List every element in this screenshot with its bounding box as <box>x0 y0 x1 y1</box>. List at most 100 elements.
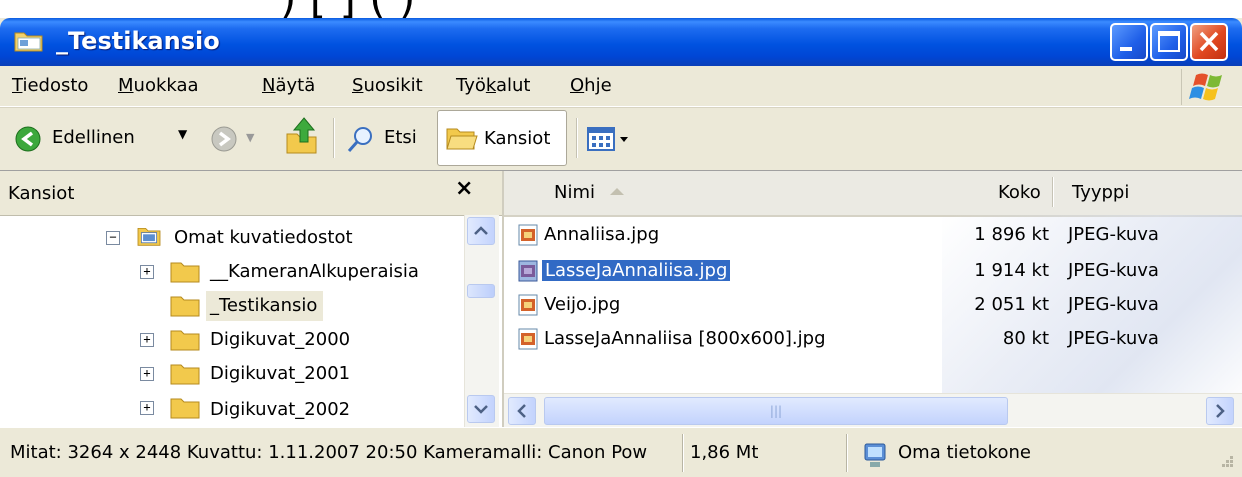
tree-item-testikansio[interactable]: _Testikansio <box>0 291 460 323</box>
status-separator <box>846 434 848 472</box>
scroll-left-button[interactable] <box>508 397 536 425</box>
file-name: Veijo.jpg <box>544 294 621 315</box>
maximize-button[interactable] <box>1150 23 1188 61</box>
file-list-header: Nimi Koko Tyyppi <box>504 171 1242 217</box>
scroll-up-button[interactable] <box>467 217 495 245</box>
folder-icon <box>170 364 200 385</box>
tree-item-digikuvat-2001[interactable]: + Digikuvat_2001 <box>0 359 460 391</box>
status-separator <box>682 434 684 472</box>
file-size: 1 896 kt <box>974 224 1049 245</box>
tree-item-label: Digikuvat_2002 <box>210 399 351 420</box>
jpeg-file-icon <box>518 260 538 282</box>
menu-muokkaa[interactable]: Muokkaa <box>118 75 199 96</box>
scroll-down-button[interactable] <box>467 395 495 423</box>
file-type: JPEG-kuva <box>1068 260 1159 281</box>
tree-item-kameran-alkuperaisia[interactable]: + __KameranAlkuperaisia <box>0 257 460 289</box>
folder-icon <box>170 262 200 283</box>
forward-button[interactable]: ▼ <box>206 118 266 160</box>
tree-item-digikuvat-2002[interactable]: + Digikuvat_2002 <box>0 393 460 427</box>
expand-icon[interactable]: + <box>140 265 154 279</box>
resize-grip-icon[interactable] <box>1216 452 1236 472</box>
back-dropdown-chevron-icon[interactable]: ▼ <box>178 127 187 141</box>
tree-item-label: Digikuvat_2000 <box>210 329 351 350</box>
tree-item-label: __KameranAlkuperaisia <box>210 261 419 282</box>
my-computer-icon <box>864 443 886 467</box>
title-bar[interactable]: _Testikansio <box>0 18 1242 66</box>
close-pane-icon[interactable]: × <box>455 176 473 201</box>
menu-nayta[interactable]: Näytä <box>262 75 315 96</box>
menu-tyokalut[interactable]: Työkalut <box>456 75 530 96</box>
status-details: Mitat: 3264 x 2448 Kuvattu: 1.11.2007 20… <box>10 442 648 463</box>
folders-label: Kansiot <box>484 128 551 149</box>
toolbar-separator <box>333 118 335 158</box>
file-type: JPEG-kuva <box>1068 224 1159 245</box>
scroll-right-button[interactable] <box>1206 397 1234 425</box>
explorer-window: _Testikansio Tiedosto Muokkaa Näytä Suos… <box>0 18 1242 477</box>
close-button[interactable] <box>1190 23 1228 61</box>
folder-open-icon <box>446 128 478 150</box>
column-header-size[interactable]: Koko <box>998 182 1041 203</box>
tree-item-label: Omat kuvatiedostot <box>174 227 353 248</box>
folders-toggle-button[interactable]: Kansiot <box>437 110 567 166</box>
file-size: 2 051 kt <box>974 294 1049 315</box>
scroll-thumb[interactable] <box>467 284 495 298</box>
file-size: 80 kt <box>1002 328 1049 349</box>
views-button[interactable] <box>584 122 640 158</box>
back-arrow-icon <box>15 126 41 152</box>
content-area: Kansiot × − Omat kuvatiedostot + __Kamer… <box>0 170 1242 428</box>
file-type: JPEG-kuva <box>1068 294 1159 315</box>
status-location: Oma tietokone <box>898 442 1031 463</box>
files-pane: Nimi Koko Tyyppi Annaliisa.jpg 1 896 kt … <box>504 171 1242 428</box>
search-button[interactable]: Etsi <box>344 118 428 160</box>
jpeg-file-icon <box>518 224 538 246</box>
file-row[interactable]: Veijo.jpg 2 051 kt JPEG-kuva <box>504 289 1242 323</box>
back-label: Edellinen <box>52 127 135 148</box>
file-type: JPEG-kuva <box>1068 328 1159 349</box>
folders-pane-title: Kansiot <box>8 183 75 204</box>
file-name: Annaliisa.jpg <box>544 224 660 245</box>
status-bar: Mitat: 3264 x 2448 Kuvattu: 1.11.2007 20… <box>0 427 1242 477</box>
menu-suosikit[interactable]: Suosikit <box>352 75 423 96</box>
file-size: 1 914 kt <box>974 260 1049 281</box>
chevron-right-icon <box>1216 404 1225 418</box>
column-separator[interactable] <box>1052 177 1054 207</box>
maximize-icon <box>1158 31 1180 52</box>
toolbar: Edellinen ▼ ▼ Etsi Kansiot <box>0 107 1242 171</box>
sort-ascending-icon <box>609 188 624 195</box>
folder-icon <box>170 398 200 419</box>
folders-pane: Kansiot × − Omat kuvatiedostot + __Kamer… <box>0 171 504 427</box>
menu-tiedosto[interactable]: Tiedosto <box>12 75 88 96</box>
back-button[interactable]: Edellinen ▼ <box>10 118 200 160</box>
toolbar-separator <box>576 118 578 158</box>
menu-ohje[interactable]: Ohje <box>570 75 612 96</box>
up-folder-icon <box>286 117 317 154</box>
column-header-name[interactable]: Nimi <box>554 182 627 203</box>
forward-arrow-icon <box>211 126 237 152</box>
file-row[interactable]: Annaliisa.jpg 1 896 kt JPEG-kuva <box>504 219 1242 253</box>
up-folder-button[interactable] <box>284 116 320 160</box>
expand-icon[interactable]: + <box>140 401 154 415</box>
folders-vertical-scrollbar[interactable] <box>464 215 499 427</box>
files-horizontal-scrollbar[interactable]: ||| <box>504 393 1242 428</box>
file-row[interactable]: LasseJaAnnaliisa [800x600].jpg 80 kt JPE… <box>504 323 1242 357</box>
collapse-icon[interactable]: − <box>106 231 120 245</box>
chevron-left-icon <box>517 404 526 418</box>
tree-item-omat-kuvatiedostot[interactable]: − Omat kuvatiedostot <box>0 223 460 255</box>
status-size: 1,86 Mt <box>690 442 759 463</box>
close-x-icon <box>1199 31 1219 52</box>
jpeg-file-icon <box>518 294 538 316</box>
file-row-selected[interactable]: LasseJaAnnaliisa.jpg 1 914 kt JPEG-kuva <box>504 255 1242 289</box>
column-header-type[interactable]: Tyyppi <box>1072 182 1129 203</box>
folder-icon <box>14 32 43 52</box>
expand-icon[interactable]: + <box>140 367 154 381</box>
tree-item-digikuvat-2000[interactable]: + Digikuvat_2000 <box>0 325 460 357</box>
folder-icon <box>170 330 200 351</box>
pictures-folder-icon <box>137 227 161 246</box>
scroll-thumb[interactable]: ||| <box>544 397 1008 425</box>
minimize-button[interactable] <box>1110 23 1148 61</box>
file-name: LasseJaAnnaliisa.jpg <box>542 260 731 281</box>
jpeg-file-icon <box>518 328 538 350</box>
window-title: _Testikansio <box>56 27 220 55</box>
expand-icon[interactable]: + <box>140 333 154 347</box>
tree-item-label: _Testikansio <box>206 291 324 321</box>
